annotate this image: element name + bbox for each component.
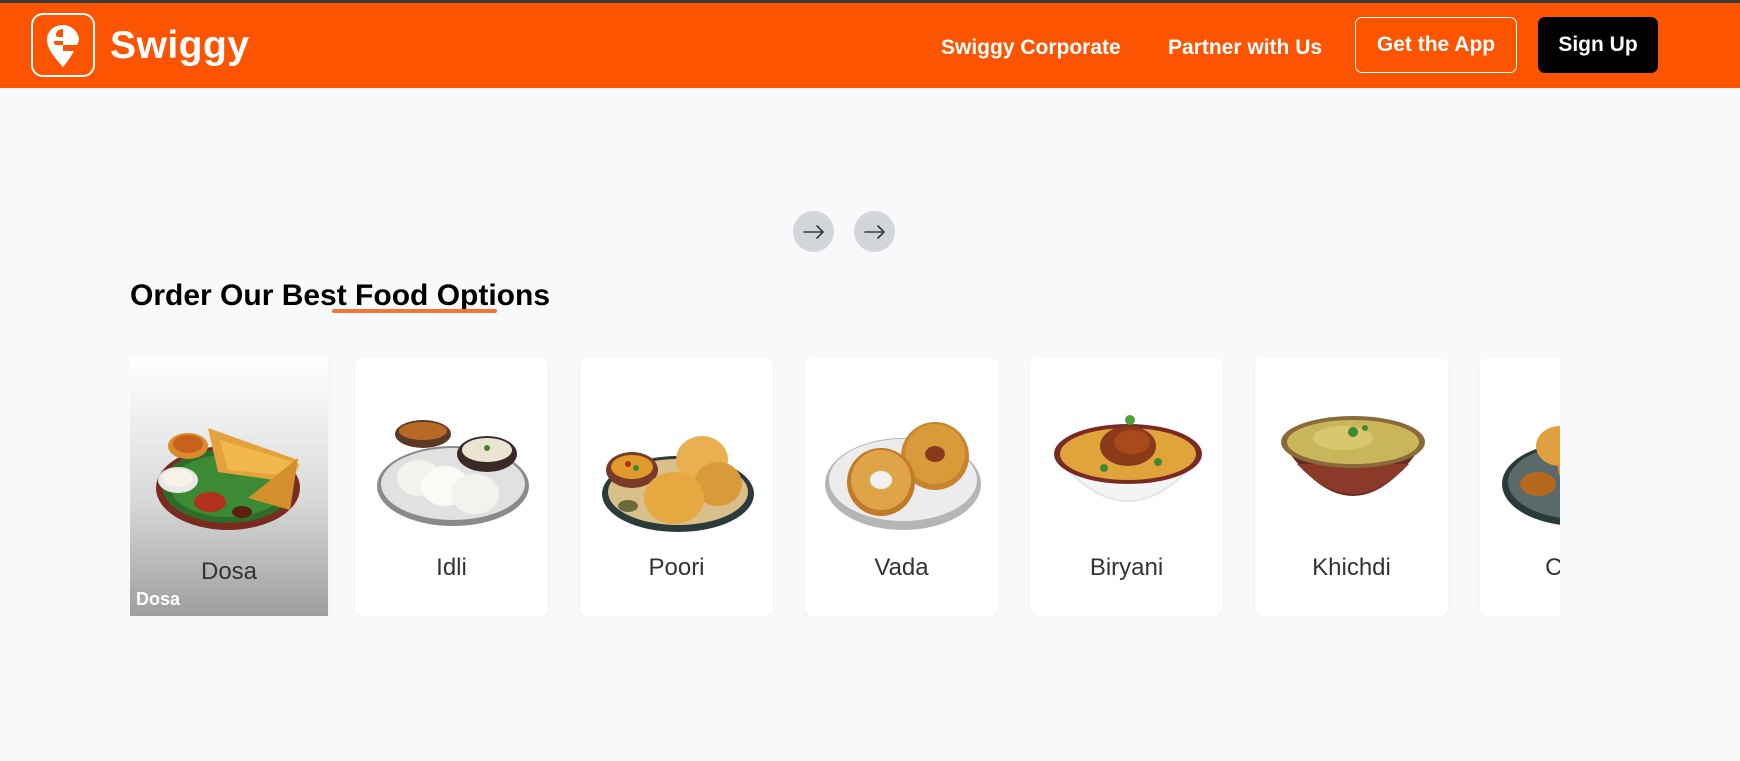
food-card-khichdi[interactable]: Khichdi [1255, 358, 1448, 616]
food-card-label: Biryani [1089, 554, 1164, 581]
sign-up-button[interactable]: Sign Up [1538, 17, 1658, 73]
food-carousel: Dosa Dosa Idli Poori Vada Biryani Khichd… [130, 358, 1560, 616]
title-underline [332, 309, 497, 313]
arrow-right-icon [802, 224, 824, 239]
idli-image [377, 420, 529, 526]
food-card-label: Vada [874, 554, 929, 581]
food-card-label: Dosa [200, 558, 258, 585]
swiggy-logo-icon [47, 25, 79, 67]
carousel-next-button[interactable] [854, 211, 895, 252]
biryani-image [1054, 415, 1202, 502]
food-card-poori[interactable]: Poori [580, 358, 773, 616]
food-card-biryani[interactable]: Biryani [1030, 358, 1223, 616]
carousel-prev-button[interactable] [793, 211, 834, 252]
nav-partner-with-us[interactable]: Partner with Us [1168, 35, 1322, 61]
chole-image [1502, 426, 1560, 525]
khichdi-image [1281, 416, 1425, 496]
brand-name[interactable]: Swiggy [110, 23, 250, 69]
poori-image [602, 436, 754, 532]
food-card-idli[interactable]: Idli [355, 358, 548, 616]
food-card-chole[interactable]: Chole [1480, 358, 1560, 616]
food-card-tag: Dosa [136, 589, 181, 609]
swiggy-logo[interactable] [31, 13, 95, 77]
site-header: Swiggy Swiggy Corporate Partner with Us … [0, 3, 1740, 88]
nav-swiggy-corporate[interactable]: Swiggy Corporate [941, 35, 1121, 61]
food-card-label: Chole [1545, 554, 1560, 581]
arrow-right-icon [863, 224, 885, 239]
food-card-dosa[interactable]: Dosa Dosa [130, 358, 328, 616]
vada-image [825, 422, 981, 530]
food-card-label: Idli [436, 554, 467, 581]
get-the-app-button[interactable]: Get the App [1355, 17, 1517, 73]
food-card-label: Poori [648, 554, 705, 581]
food-card-vada[interactable]: Vada [805, 358, 998, 616]
dosa-image [156, 428, 300, 530]
food-card-label: Khichdi [1312, 554, 1391, 581]
